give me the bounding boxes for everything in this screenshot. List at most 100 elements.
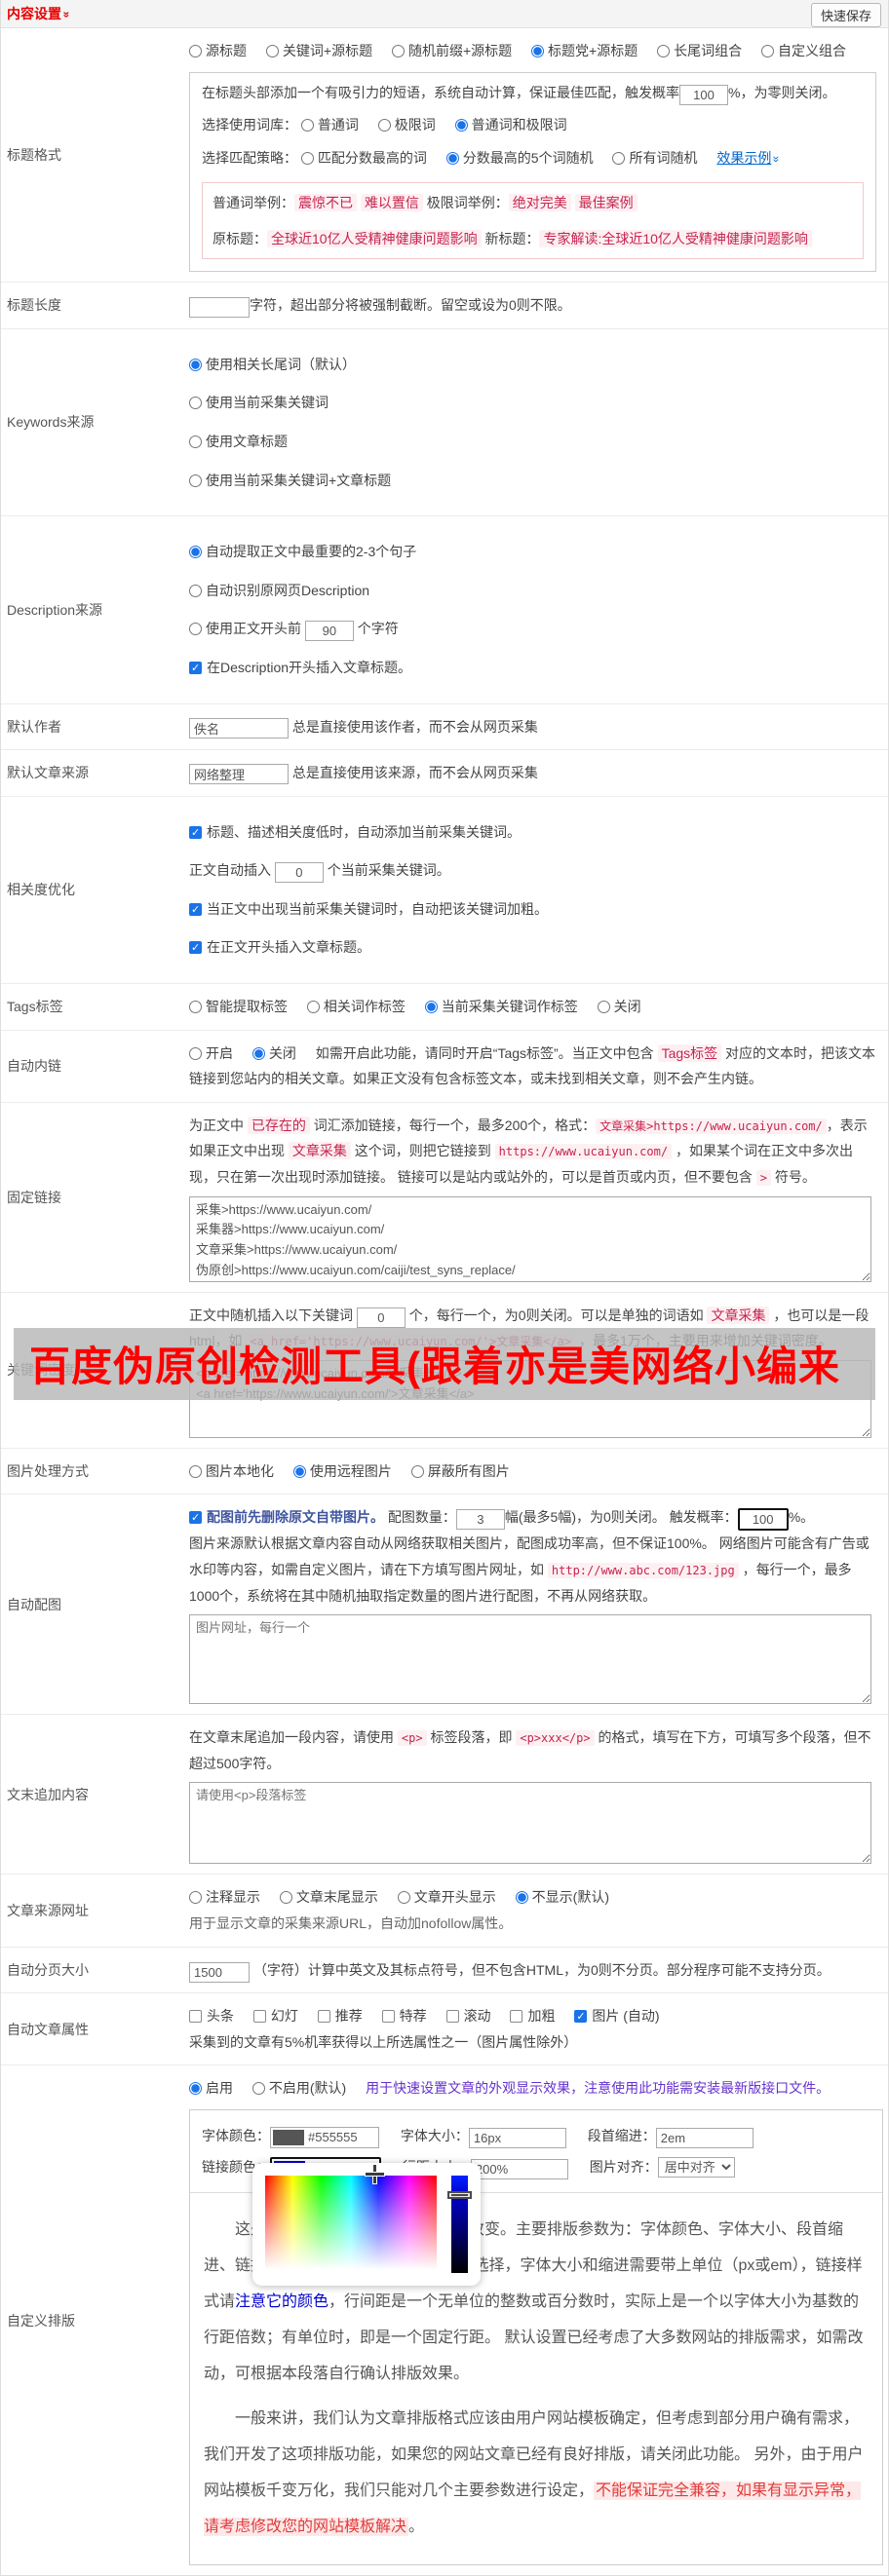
quick-save-button[interactable]: 快速保存 — [810, 3, 881, 27]
fixed-links-textarea[interactable]: 采集>https://www.ucaiyun.com/ 采集器>https://… — [189, 1195, 871, 1282]
radio-option-clickbait-source-title[interactable]: 标题党+源标题 — [531, 38, 638, 64]
radio-option-custom-combo[interactable]: 自定义组合 — [761, 38, 846, 64]
checkbox-label: 头条 — [207, 2008, 234, 2025]
checkbox-icon — [445, 2010, 459, 2024]
image-urls-textarea[interactable] — [189, 1614, 871, 1705]
checkbox-attr-special[interactable]: 特荐 — [381, 2003, 427, 2029]
image-probability-input[interactable] — [737, 1508, 789, 1532]
radio-option-highest-score[interactable]: 匹配分数最高的词 — [300, 142, 427, 175]
highlight-text: 文章采集 — [288, 1142, 351, 1160]
checkbox-icon — [317, 2010, 330, 2024]
saturation-gradient-area[interactable] — [265, 2175, 437, 2273]
color-picker-popup — [252, 2162, 481, 2286]
radio-option-keyword-plus-title[interactable]: 使用当前采集关键词+文章标题 — [189, 468, 876, 494]
radio-option-innerlink-on[interactable]: 开启 — [189, 1041, 233, 1067]
radio-label: 匹配分数最高的词 — [317, 149, 427, 166]
font-size-input[interactable] — [468, 2127, 566, 2148]
image-count-input[interactable] — [455, 1509, 505, 1531]
radio-option-end-display[interactable]: 文章末尾显示 — [279, 1884, 378, 1911]
radio-option-tags-off[interactable]: 关闭 — [597, 994, 641, 1020]
checkbox-insert-title-body[interactable]: 在正文开头插入文章标题。 — [189, 934, 876, 961]
slider-handle[interactable] — [447, 2190, 472, 2199]
image-align-select[interactable]: 居中对齐 — [657, 2157, 735, 2178]
checkbox-attr-bold[interactable]: 加粗 — [510, 2003, 555, 2029]
radio-option-start-display[interactable]: 文章开头显示 — [397, 1884, 496, 1911]
radio-option-all-random[interactable]: 所有词随机 — [612, 142, 697, 175]
font-color-picker[interactable] — [270, 2126, 379, 2148]
radio-option-original-description[interactable]: 自动识别原网页Description — [189, 578, 876, 604]
radio-label: 使用当前采集关键词+文章标题 — [206, 472, 392, 488]
font-color-input[interactable] — [306, 2129, 378, 2146]
description-chars-input[interactable] — [304, 621, 354, 642]
insert-keyword-count-input[interactable] — [274, 862, 324, 884]
radio-option-innerlink-off[interactable]: 关闭 — [251, 1041, 296, 1067]
radio-label: 分数最高的5个词随机 — [462, 149, 594, 166]
radio-icon-selected — [515, 1891, 528, 1905]
radio-option-both-words[interactable]: 普通词和极限词 — [454, 109, 567, 142]
radio-option-related-longtail[interactable]: 使用相关长尾词（默认） — [189, 352, 876, 378]
radio-icon — [279, 1891, 292, 1905]
default-source-input[interactable] — [189, 764, 289, 785]
radio-label: 当前采集关键词作标签 — [441, 999, 578, 1015]
radio-option-layout-disable[interactable]: 不启用(默认) — [251, 2075, 346, 2102]
checkbox-insert-title-description[interactable]: 在Description开头插入文章标题。 — [189, 655, 876, 681]
field-label: 图片对齐： — [589, 2159, 658, 2176]
radio-option-no-display[interactable]: 不显示(默认) — [515, 1884, 609, 1911]
font-size-field: 字体大小： — [401, 2127, 566, 2148]
checkbox-label: 推荐 — [334, 2008, 363, 2025]
row-label: Description来源 — [7, 601, 103, 618]
radio-option-current-keyword-tags[interactable]: 当前采集关键词作标签 — [424, 994, 578, 1020]
radio-option-top5-random[interactable]: 分数最高的5个词随机 — [445, 142, 594, 175]
static-text: 在文章末尾追加一段内容，请使用 — [189, 1729, 394, 1746]
radio-icon — [377, 119, 391, 133]
radio-option-auto-extract[interactable]: 自动提取正文中最重要的2-3个句子 — [189, 539, 876, 565]
radio-option-layout-enable[interactable]: 启用 — [189, 2075, 233, 2102]
link-color-demo[interactable]: 注意它的颜色 — [235, 2293, 329, 2310]
form-row-relevance: 相关度优化 标题、描述相关度低时，自动添加当前采集关键词。 正文自动插入 个当前… — [1, 797, 888, 985]
static-text: 配图数量： — [387, 1509, 456, 1526]
radio-option-longtail-combo[interactable]: 长尾词组合 — [657, 38, 742, 64]
append-content-textarea[interactable] — [189, 1782, 871, 1865]
checkbox-attr-headline[interactable]: 头条 — [189, 2003, 234, 2029]
page-title[interactable]: 内容设置» — [1, 4, 73, 23]
checkbox-label: 当正文中出现当前采集关键词时，自动把该关键词加粗。 — [207, 900, 548, 917]
keyword-density-count-input[interactable] — [356, 1307, 406, 1328]
radio-option-source-title[interactable]: 源标题 — [189, 38, 247, 64]
title-format-detail-box: 在标题头部添加一个有吸引力的短语，系统自动计算，保证最佳匹配，触发概率 %，为零则… — [189, 71, 876, 273]
radio-icon — [391, 45, 405, 57]
radio-label: 标题党+源标题 — [548, 43, 638, 58]
row-label: 文末追加内容 — [7, 1786, 89, 1802]
checkbox-delete-original-images[interactable]: 配图前先删除原文自带图片。 — [189, 1508, 384, 1529]
radio-option-related-word-tags[interactable]: 相关词作标签 — [306, 994, 406, 1020]
checkbox-attr-scroll[interactable]: 滚动 — [445, 2003, 491, 2029]
checkbox-label: 标题、描述相关度低时，自动添加当前采集关键词。 — [207, 823, 521, 840]
value-slider-bar[interactable] — [451, 2175, 468, 2273]
radio-option-keyword-source-title[interactable]: 关键词+源标题 — [265, 38, 372, 64]
radio-option-extreme-words[interactable]: 极限词 — [377, 109, 436, 142]
radio-option-prefix-source-title[interactable]: 随机前缀+源标题 — [391, 38, 512, 64]
radio-option-current-keyword[interactable]: 使用当前采集关键词 — [189, 390, 876, 416]
title-length-input[interactable] — [189, 297, 250, 319]
radio-option-block-images[interactable]: 屏蔽所有图片 — [410, 1458, 510, 1485]
checkbox-label: 在Description开头插入文章标题。 — [207, 659, 412, 675]
radio-option-article-title[interactable]: 使用文章标题 — [189, 429, 876, 455]
line-height-input[interactable] — [470, 2159, 568, 2180]
page-size-input[interactable] — [189, 1961, 250, 1983]
checkbox-bold-keyword[interactable]: 当正文中出现当前采集关键词时，自动把该关键词加粗。 — [189, 896, 876, 923]
default-author-input[interactable] — [189, 717, 289, 739]
radio-option-normal-words[interactable]: 普通词 — [300, 109, 359, 142]
radio-option-smart-tags[interactable]: 智能提取标签 — [189, 994, 288, 1020]
checkbox-attr-recommend[interactable]: 推荐 — [317, 2003, 363, 2029]
checkbox-attr-image[interactable]: 图片 (自动) — [574, 2003, 660, 2029]
trigger-probability-input[interactable] — [679, 84, 728, 105]
crosshair-icon[interactable] — [366, 2164, 384, 2183]
radio-option-remote-images[interactable]: 使用远程图片 — [292, 1458, 392, 1485]
checkbox-add-keyword-low-relevance[interactable]: 标题、描述相关度低时，自动添加当前采集关键词。 — [189, 819, 876, 846]
radio-option-localize-images[interactable]: 图片本地化 — [189, 1458, 274, 1485]
radio-option-comment-display[interactable]: 注释显示 — [189, 1884, 260, 1911]
original-title-example: 全球近10亿人受精神健康问题影响 — [267, 229, 482, 247]
effect-example-link[interactable]: 效果示例» — [716, 150, 784, 166]
radio-option-body-prefix[interactable]: 使用正文开头前 个字符 — [189, 616, 876, 642]
indent-input[interactable] — [655, 2127, 754, 2148]
checkbox-attr-slide[interactable]: 幻灯 — [252, 2003, 298, 2029]
